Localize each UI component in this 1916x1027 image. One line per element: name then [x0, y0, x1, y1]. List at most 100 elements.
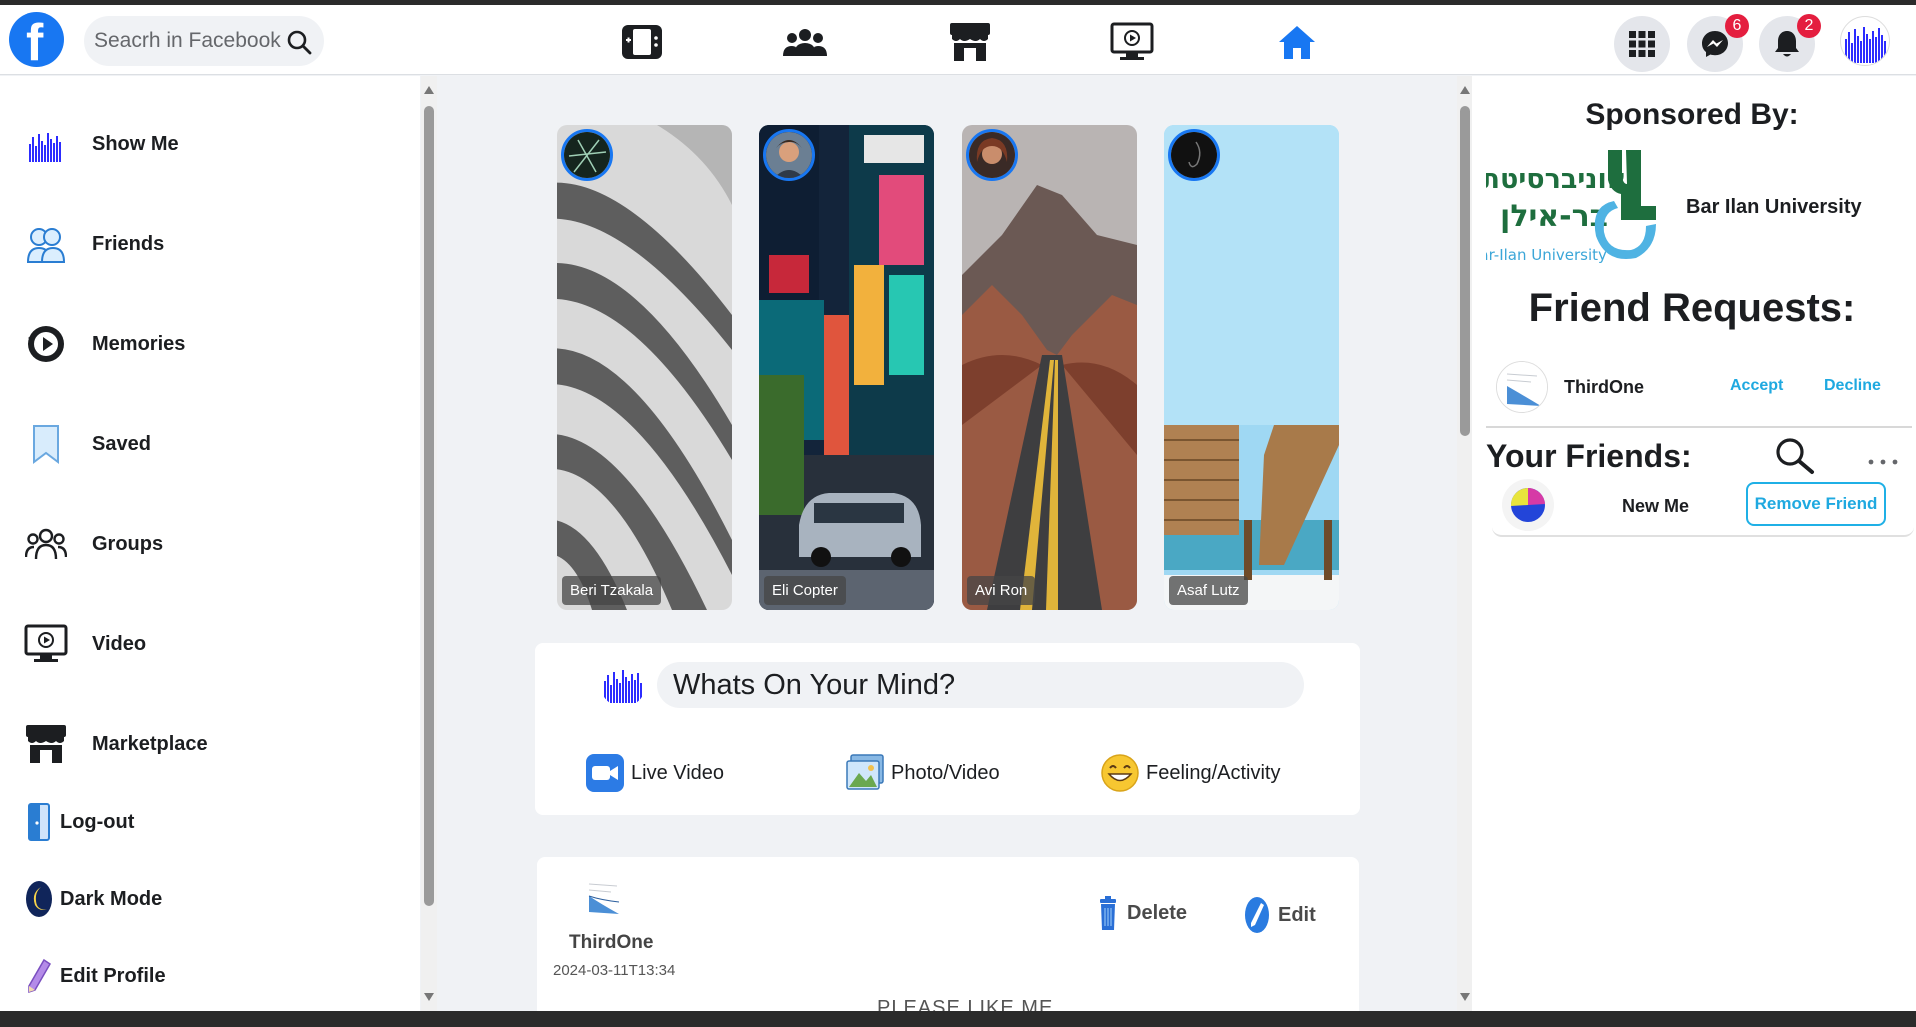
- sidebar-item-dark-mode[interactable]: Dark Mode: [24, 871, 162, 927]
- story-name: Asaf Lutz: [1169, 576, 1248, 605]
- memories-icon: [24, 322, 68, 366]
- logo-hebrew-line2: בר-אילן: [1500, 199, 1608, 234]
- sidebar-item-marketplace[interactable]: Marketplace: [24, 716, 208, 772]
- sidebar-item-label: Edit Profile: [60, 964, 166, 987]
- live-video-label: Live Video: [631, 761, 725, 784]
- messenger-badge: 6: [1725, 14, 1749, 38]
- remove-friend-button[interactable]: Remove Friend: [1746, 482, 1886, 526]
- feed-post: ThirdOne 2024-03-11T13:34 Delete Edit PL…: [537, 857, 1359, 1011]
- delete-post-button[interactable]: Delete: [1097, 895, 1187, 931]
- story-card[interactable]: Asaf Lutz: [1164, 125, 1339, 610]
- marketplace-nav-icon[interactable]: [940, 19, 1000, 65]
- scroll-down-arrow[interactable]: [424, 993, 434, 1001]
- menu-grid-button[interactable]: [1614, 16, 1670, 72]
- story-image: [962, 125, 1137, 610]
- bar-ilan-university-logo[interactable]: אוניברסיטת בר-אילן Bar-Ilan University: [1469, 146, 1662, 272]
- story-avatar: [763, 129, 815, 181]
- sidebar-item-logout[interactable]: Log-out: [24, 794, 134, 850]
- gaming-nav-icon[interactable]: [612, 19, 672, 65]
- account-avatar[interactable]: [1840, 16, 1890, 66]
- sidebar-item-show-me[interactable]: Show Me: [24, 116, 179, 172]
- post-body: PLEASE LIKE ME: [877, 997, 1054, 1011]
- scroll-thumb[interactable]: [1460, 106, 1470, 436]
- browser-viewport: f 6: [0, 5, 1916, 1011]
- story-name: Eli Copter: [764, 576, 846, 605]
- friend-item: New Me Remove Friend: [1492, 473, 1914, 537]
- sidebar-item-video[interactable]: Video: [24, 616, 146, 672]
- feeling-activity-button[interactable]: Feeling/Activity: [1100, 753, 1281, 793]
- decline-request-button[interactable]: Decline: [1824, 377, 1881, 395]
- scroll-thumb[interactable]: [424, 106, 434, 906]
- friend-avatar[interactable]: [1502, 479, 1554, 531]
- logout-door-icon: [24, 800, 54, 844]
- friend-name[interactable]: New Me: [1622, 496, 1689, 517]
- scroll-up-arrow[interactable]: [424, 86, 434, 94]
- messenger-button[interactable]: 6: [1687, 14, 1749, 72]
- marketplace-icon: [24, 722, 68, 766]
- friend-request-item: ThirdOne Accept Decline: [1496, 361, 1916, 417]
- watch-nav-icon[interactable]: [1102, 19, 1162, 65]
- sidebar-item-label: Log-out: [60, 810, 135, 833]
- photo-video-button[interactable]: Photo/Video: [845, 753, 1000, 793]
- more-options-icon[interactable]: [1868, 452, 1898, 465]
- story-card[interactable]: Beri Tzakala: [557, 125, 732, 610]
- sidebar-item-label: Groups: [92, 532, 164, 555]
- friend-requests-title: Friend Requests:: [1528, 286, 1856, 330]
- home-nav-icon[interactable]: [1267, 19, 1327, 65]
- sponsor-name[interactable]: Bar Ilan University: [1686, 196, 1862, 219]
- search-box: [84, 16, 324, 66]
- story-name: Beri Tzakala: [562, 576, 662, 605]
- sidebar-item-label: Friends: [92, 232, 165, 255]
- accept-request-button[interactable]: Accept: [1730, 377, 1783, 395]
- edit-pencil-icon: [1245, 897, 1269, 933]
- scroll-down-arrow[interactable]: [1460, 993, 1470, 1001]
- story-image: [759, 125, 934, 610]
- request-avatar[interactable]: [1496, 361, 1548, 413]
- request-name[interactable]: ThirdOne: [1564, 377, 1644, 398]
- sidebar-item-label: Saved: [92, 432, 151, 455]
- post-author-avatar[interactable]: [581, 874, 627, 920]
- pencil-icon: [24, 954, 54, 998]
- story-avatar: [1168, 129, 1220, 181]
- sidebar-item-saved[interactable]: Saved: [24, 416, 151, 472]
- live-video-button[interactable]: Live Video: [585, 753, 724, 793]
- sidebar-item-label: Marketplace: [92, 732, 208, 755]
- bookmark-icon: [24, 422, 68, 466]
- post-author-name[interactable]: ThirdOne: [569, 932, 653, 954]
- live-video-icon: [585, 753, 625, 793]
- post-composer: Live Video Photo/Video Feeling/Activity: [535, 643, 1360, 815]
- friends-search-icon[interactable]: [1772, 435, 1816, 475]
- sidebar-item-friends[interactable]: Friends: [24, 216, 164, 272]
- sidebar-item-groups[interactable]: Groups: [24, 516, 163, 572]
- your-friends-title: Your Friends:: [1486, 438, 1692, 474]
- moon-icon: [24, 877, 54, 921]
- story-image: [557, 125, 732, 610]
- story-card[interactable]: Avi Ron: [962, 125, 1137, 610]
- profile-avatar-icon: [24, 122, 68, 166]
- logo-english-name: Bar-Ilan University: [1486, 246, 1607, 264]
- whats-on-your-mind-input[interactable]: [657, 662, 1304, 708]
- right-sidebar: Sponsored By: אוניברסיטת בר-אילן Bar-Ila…: [1469, 76, 1916, 1011]
- left-sidebar: Show Me Friends Memories Saved Groups Vi…: [0, 76, 437, 1011]
- facebook-logo[interactable]: f: [9, 12, 64, 72]
- search-icon[interactable]: [286, 29, 312, 60]
- search-input[interactable]: [94, 16, 284, 66]
- sidebar-item-memories[interactable]: Memories: [24, 316, 185, 372]
- story-card[interactable]: Eli Copter: [759, 125, 934, 610]
- notifications-button[interactable]: 2: [1759, 14, 1821, 72]
- edit-post-button[interactable]: Edit: [1244, 895, 1316, 935]
- sidebar-item-edit-profile[interactable]: Edit Profile: [24, 948, 166, 1004]
- story-name: Avi Ron: [967, 576, 1036, 605]
- groups-icon: [24, 522, 68, 566]
- story-avatar: [561, 129, 613, 181]
- facebook-logo-letter: f: [26, 14, 44, 72]
- section-divider: [1486, 426, 1912, 428]
- edit-label: Edit: [1278, 903, 1316, 926]
- center-scrollbar[interactable]: [1457, 76, 1473, 1011]
- scroll-up-arrow[interactable]: [1460, 86, 1470, 94]
- logo-hebrew-line1: אוניברסיטת: [1486, 164, 1626, 195]
- story-image: [1164, 125, 1339, 610]
- groups-nav-icon[interactable]: [775, 19, 835, 65]
- post-date: 2024-03-11T13:34: [553, 962, 676, 979]
- left-scrollbar[interactable]: [421, 76, 437, 1011]
